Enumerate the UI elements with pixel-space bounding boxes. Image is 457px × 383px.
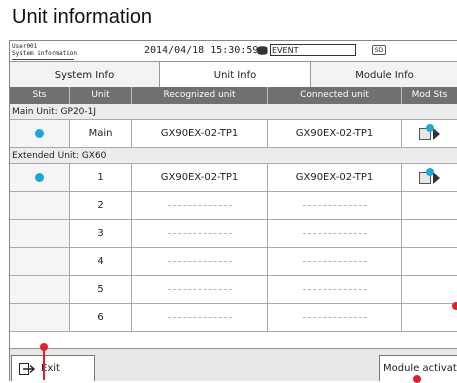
unit-cell: 1: [70, 164, 132, 191]
datetime: 2014/04/18 15:30:59: [144, 45, 259, 56]
empty-placeholder: [302, 233, 367, 234]
callout-line-exit: [43, 350, 45, 380]
table-row[interactable]: 2: [10, 192, 457, 220]
unit-cell: 3: [70, 220, 132, 247]
table-row[interactable]: 5: [10, 276, 457, 304]
connected-cell: GX90EX-02-TP1: [268, 120, 402, 147]
empty-placeholder: [302, 289, 367, 290]
callout-marker-activation: [413, 375, 421, 383]
recognized-cell: [132, 248, 268, 275]
recognized-cell: [132, 220, 268, 247]
header-sts: Sts: [10, 87, 70, 104]
empty-placeholder: [302, 205, 367, 206]
tab-bar: System Info Unit Info Module Info: [10, 61, 457, 89]
header-connected: Connected unit: [268, 87, 402, 104]
connected-cell: [268, 304, 402, 331]
empty-placeholder: [167, 261, 232, 262]
connected-cell: [268, 248, 402, 275]
table-row[interactable]: 1 GX90EX-02-TP1 GX90EX-02-TP1: [10, 164, 457, 192]
header-mod-sts: Mod Sts: [402, 87, 457, 104]
mod-sts-cell: [402, 192, 457, 219]
recognized-cell: GX90EX-02-TP1: [132, 120, 268, 147]
tab-system-info[interactable]: System Info: [10, 61, 160, 89]
empty-placeholder: [302, 261, 367, 262]
status-bar: User001 System information 2014/04/18 15…: [10, 41, 457, 61]
tab-unit-info[interactable]: Unit Info: [160, 61, 311, 89]
header-unit: Unit: [70, 87, 132, 104]
status-ok-icon: [35, 129, 44, 138]
header-recognized: Recognized unit: [132, 87, 268, 104]
page-title: Unit information: [12, 6, 153, 28]
callout-marker-side: [452, 302, 457, 310]
mod-sts-cell: [402, 276, 457, 303]
tab-module-info[interactable]: Module Info: [311, 61, 457, 89]
mod-sts-cell: [402, 248, 457, 275]
connected-cell: [268, 220, 402, 247]
user-info: User001 System information: [12, 43, 78, 60]
status-cell: [10, 248, 70, 275]
bottom-bar: Exit Module activation: [10, 348, 457, 381]
empty-placeholder: [167, 289, 232, 290]
unit-info-screen: User001 System information 2014/04/18 15…: [9, 40, 457, 381]
status-cell: [10, 220, 70, 247]
exit-icon: [19, 362, 36, 375]
connected-cell: [268, 276, 402, 303]
recognized-cell: GX90EX-02-TP1: [132, 164, 268, 191]
unit-cell: 5: [70, 276, 132, 303]
table-row[interactable]: 3: [10, 220, 457, 248]
user-underline: [12, 59, 74, 60]
event-indicator[interactable]: EVENT: [270, 44, 356, 56]
user-name: User001: [12, 43, 38, 50]
empty-placeholder: [167, 233, 232, 234]
status-cell: [10, 164, 70, 191]
table-row[interactable]: 4: [10, 248, 457, 276]
unit-cell: 4: [70, 248, 132, 275]
empty-placeholder: [167, 317, 232, 318]
exit-button[interactable]: Exit: [11, 355, 95, 381]
unit-cell: 6: [70, 304, 132, 331]
recognized-cell: [132, 192, 268, 219]
sd-card-icon: SD: [372, 45, 386, 55]
group-main-unit: Main Unit: GP20-1J: [10, 104, 457, 120]
module-ok-icon[interactable]: [419, 123, 440, 140]
status-cell: [10, 276, 70, 303]
empty-placeholder: [302, 317, 367, 318]
group-extended-unit: Extended Unit: GX60: [10, 148, 457, 164]
status-cell: [10, 304, 70, 331]
mod-sts-cell: [402, 304, 457, 331]
recognized-cell: [132, 304, 268, 331]
screen-name: System information: [12, 50, 78, 57]
unit-cell: Main: [70, 120, 132, 147]
connected-cell: GX90EX-02-TP1: [268, 164, 402, 191]
table-row[interactable]: 6: [10, 304, 457, 332]
recognized-cell: [132, 276, 268, 303]
memory-icon: [257, 46, 268, 55]
table-row[interactable]: Main GX90EX-02-TP1 GX90EX-02-TP1: [10, 120, 457, 148]
mod-sts-cell[interactable]: [402, 120, 457, 147]
status-cell: [10, 192, 70, 219]
module-ok-icon[interactable]: [419, 167, 440, 184]
status-cell: [10, 120, 70, 147]
mod-sts-cell: [402, 220, 457, 247]
connected-cell: [268, 192, 402, 219]
table-header: Sts Unit Recognized unit Connected unit …: [10, 87, 457, 104]
mod-sts-cell[interactable]: [402, 164, 457, 191]
empty-placeholder: [167, 205, 232, 206]
unit-cell: 2: [70, 192, 132, 219]
status-ok-icon: [35, 173, 44, 182]
